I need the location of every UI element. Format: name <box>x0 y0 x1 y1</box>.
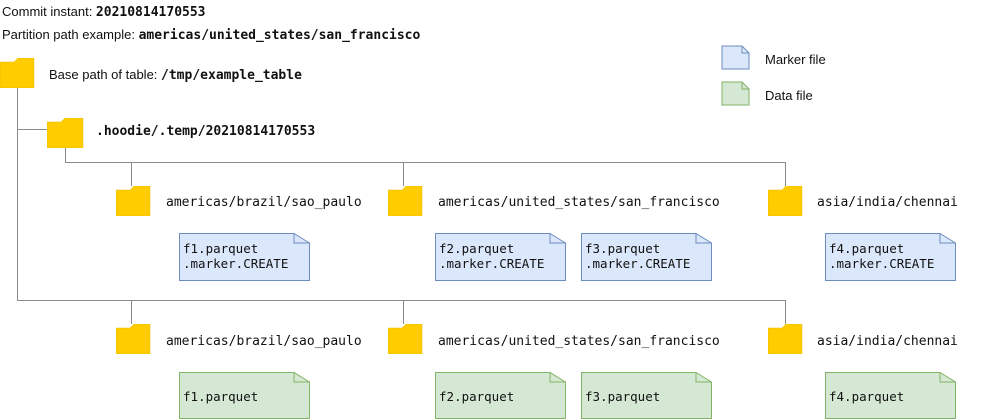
data-file: f4.parquet <box>825 372 956 419</box>
partition-path-line: Partition path example: americas/united_… <box>2 27 420 43</box>
legend-data-icon <box>721 81 750 106</box>
connector-data-p1 <box>131 300 133 324</box>
data-partition-label: asia/india/chennai <box>817 334 958 349</box>
base-path-value: /tmp/example_table <box>161 68 302 83</box>
commit-instant-line: Commit instant: 20210814170553 <box>2 4 206 20</box>
data-partition-label: americas/brazil/sao_paulo <box>166 334 362 349</box>
marker-partition-label: asia/india/chennai <box>817 195 958 210</box>
marker-file: f1.parquet .marker.CREATE <box>179 233 310 281</box>
connector-marker-p2 <box>403 162 405 186</box>
legend-data-label: Data file <box>765 88 813 103</box>
temp-folder-icon <box>47 118 84 148</box>
marker-file-name: f1.parquet .marker.CREATE <box>183 241 289 271</box>
marker-partition-folder-icon <box>768 186 803 216</box>
partition-path-label: Partition path example: <box>2 27 139 42</box>
data-file-name: f3.parquet <box>585 389 661 404</box>
marker-partition-folder-icon <box>116 186 151 216</box>
legend-marker-icon <box>721 45 750 70</box>
data-file-name: f2.parquet <box>439 389 515 404</box>
connector-marker-p1 <box>131 162 133 186</box>
marker-file-name: f4.parquet .marker.CREATE <box>829 241 935 271</box>
commit-instant-value: 20210814170553 <box>95 5 206 20</box>
marker-partition-label: americas/united_states/san_francisco <box>438 195 720 210</box>
marker-partition-folder-icon <box>388 186 423 216</box>
data-partition-folder-icon <box>768 324 803 354</box>
connector-to-temp <box>17 129 47 131</box>
data-partition-label: americas/united_states/san_francisco <box>438 334 720 349</box>
marker-file-name: f2.parquet .marker.CREATE <box>439 241 545 271</box>
data-file: f1.parquet <box>179 372 310 419</box>
data-file: f2.parquet <box>435 372 566 419</box>
marker-file: f3.parquet .marker.CREATE <box>581 233 712 281</box>
connector-data-p2 <box>403 300 405 324</box>
base-folder-icon <box>0 58 35 88</box>
marker-file-name: f3.parquet .marker.CREATE <box>585 241 691 271</box>
data-file-name: f1.parquet <box>183 389 259 404</box>
data-file: f3.parquet <box>581 372 712 419</box>
marker-file: f4.parquet .marker.CREATE <box>825 233 956 281</box>
data-partition-folder-icon <box>388 324 423 354</box>
connector-marker-p3 <box>785 162 787 186</box>
connector-data-p3 <box>785 300 787 324</box>
legend-marker-label: Marker file <box>765 52 826 67</box>
marker-file: f2.parquet .marker.CREATE <box>435 233 566 281</box>
data-partition-folder-icon <box>116 324 151 354</box>
partition-path-value: americas/united_states/san_francisco <box>138 28 421 43</box>
data-file-name: f4.parquet <box>829 389 905 404</box>
marker-partition-label: americas/brazil/sao_paulo <box>166 195 362 210</box>
base-path-line: Base path of table: /tmp/example_table <box>49 67 302 83</box>
connector-temp-down <box>65 147 67 163</box>
connector-marker-row <box>65 162 786 164</box>
temp-folder-label: .hoodie/.temp/20210814170553 <box>96 124 316 139</box>
base-path-label: Base path of table: <box>49 67 162 82</box>
commit-instant-label: Commit instant: <box>2 4 96 19</box>
connector-trunk <box>17 86 19 301</box>
